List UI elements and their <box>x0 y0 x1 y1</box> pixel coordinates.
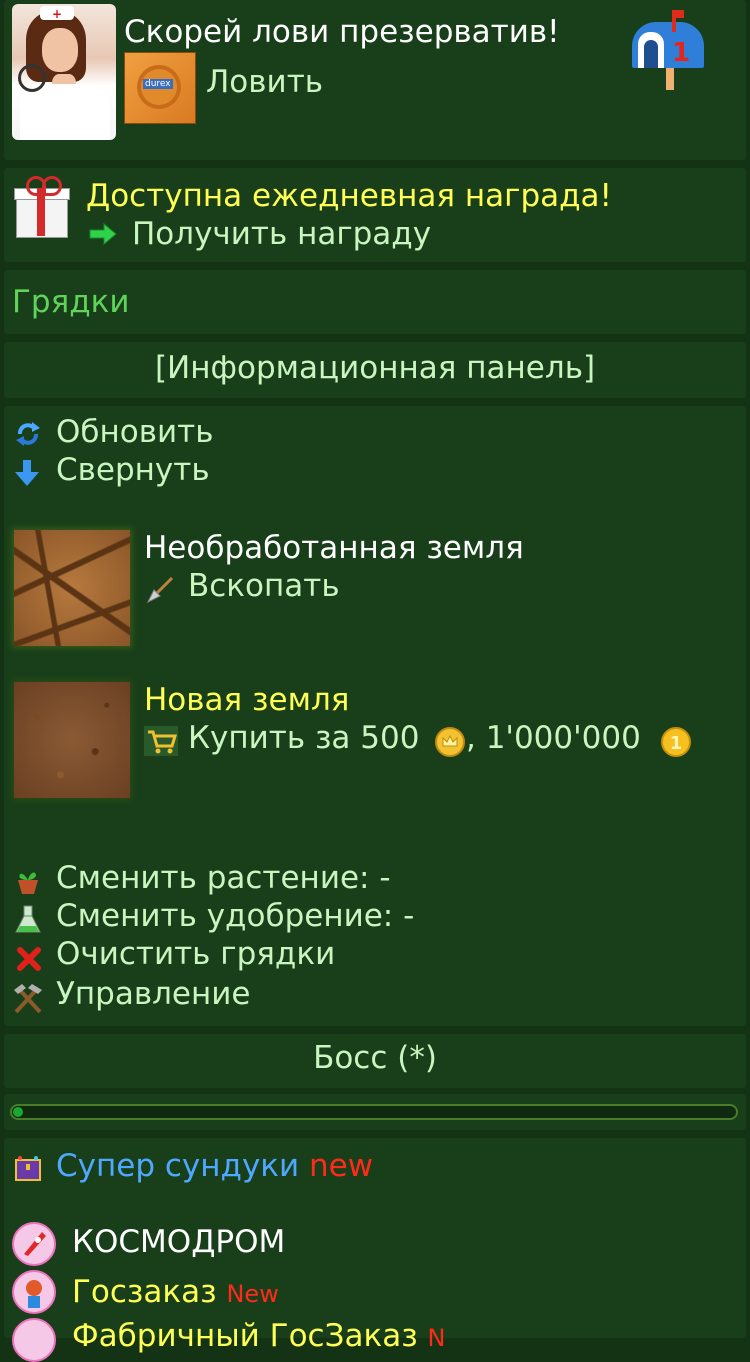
refresh-link[interactable]: Обновить <box>56 414 214 450</box>
cart-icon <box>144 726 178 756</box>
factory-new-badge: N <box>427 1324 446 1352</box>
new-land-tile[interactable] <box>14 682 130 798</box>
rocket-icon <box>12 1222 56 1266</box>
chest-icon <box>15 1156 41 1181</box>
cosmodrome-link[interactable]: КОСМОДРОМ <box>72 1224 285 1260</box>
dig-link[interactable]: Вскопать <box>188 568 340 604</box>
nurse-avatar[interactable]: + <box>12 4 116 140</box>
header-title: Скорей лови презерватив! <box>124 14 560 50</box>
flask-icon <box>15 905 41 933</box>
change-fertilizer-link[interactable]: Сменить удобрение: - <box>56 898 414 934</box>
close-icon <box>17 947 41 971</box>
plot-title-unplowed: Необработанная земля <box>144 530 524 566</box>
tools-icon <box>14 984 42 1014</box>
goszakaz-icon <box>12 1270 56 1314</box>
plant-pot-icon <box>18 872 38 894</box>
clear-beds-link[interactable]: Очистить грядки <box>56 936 335 972</box>
mailbox-icon[interactable]: 1 <box>624 8 708 92</box>
manage-link[interactable]: Управление <box>56 976 250 1012</box>
gift-icon <box>14 176 70 238</box>
plot-title-new: Новая земля <box>144 682 350 718</box>
catch-link[interactable]: Ловить <box>206 64 323 100</box>
daily-reward-title: Доступна ежедневная награда! <box>86 178 612 214</box>
change-plant-link[interactable]: Сменить растение: - <box>56 860 391 896</box>
info-panel-toggle[interactable]: [Информационная панель] <box>0 350 750 386</box>
buy-link[interactable]: Купить за 500 <box>188 720 419 756</box>
unplowed-land-tile[interactable] <box>14 530 130 646</box>
gold-coin-icon: 1 <box>661 727 691 757</box>
svg-text:1: 1 <box>670 733 683 754</box>
arrow-right-icon <box>89 222 117 246</box>
factory-link[interactable]: Фабричный ГосЗаказ N <box>72 1318 446 1354</box>
condom-icon[interactable]: durex <box>124 52 196 124</box>
super-chests-label: Супер сундуки <box>56 1148 300 1184</box>
factory-icon <box>12 1318 56 1362</box>
factory-label: Фабричный ГосЗаказ <box>72 1318 418 1354</box>
mail-count-badge: 1 <box>672 38 691 68</box>
crown-coin-icon <box>435 727 465 757</box>
condom-brand: durex <box>143 79 173 89</box>
super-chests-link[interactable]: Супер сундуки new <box>56 1148 373 1184</box>
shovel-icon <box>146 576 174 604</box>
buy-price-alt: , 1'000'000 <box>466 720 641 756</box>
buy-price-label: Купить за 500 <box>188 720 420 756</box>
arrow-down-icon <box>15 460 39 486</box>
collapse-link[interactable]: Свернуть <box>56 452 210 488</box>
super-chests-new-badge: new <box>309 1148 374 1184</box>
section-title: Грядки <box>12 284 130 320</box>
goszakaz-new-badge: New <box>226 1280 279 1308</box>
goszakaz-label: Госзаказ <box>72 1274 217 1310</box>
boss-progress-fill <box>13 1107 23 1117</box>
boss-link[interactable]: Босс (*) <box>0 1040 750 1076</box>
refresh-icon <box>16 422 40 446</box>
get-reward-link[interactable]: Получить награду <box>132 216 431 252</box>
boss-progress-bar <box>10 1104 738 1120</box>
goszakaz-link[interactable]: Госзаказ New <box>72 1274 279 1310</box>
